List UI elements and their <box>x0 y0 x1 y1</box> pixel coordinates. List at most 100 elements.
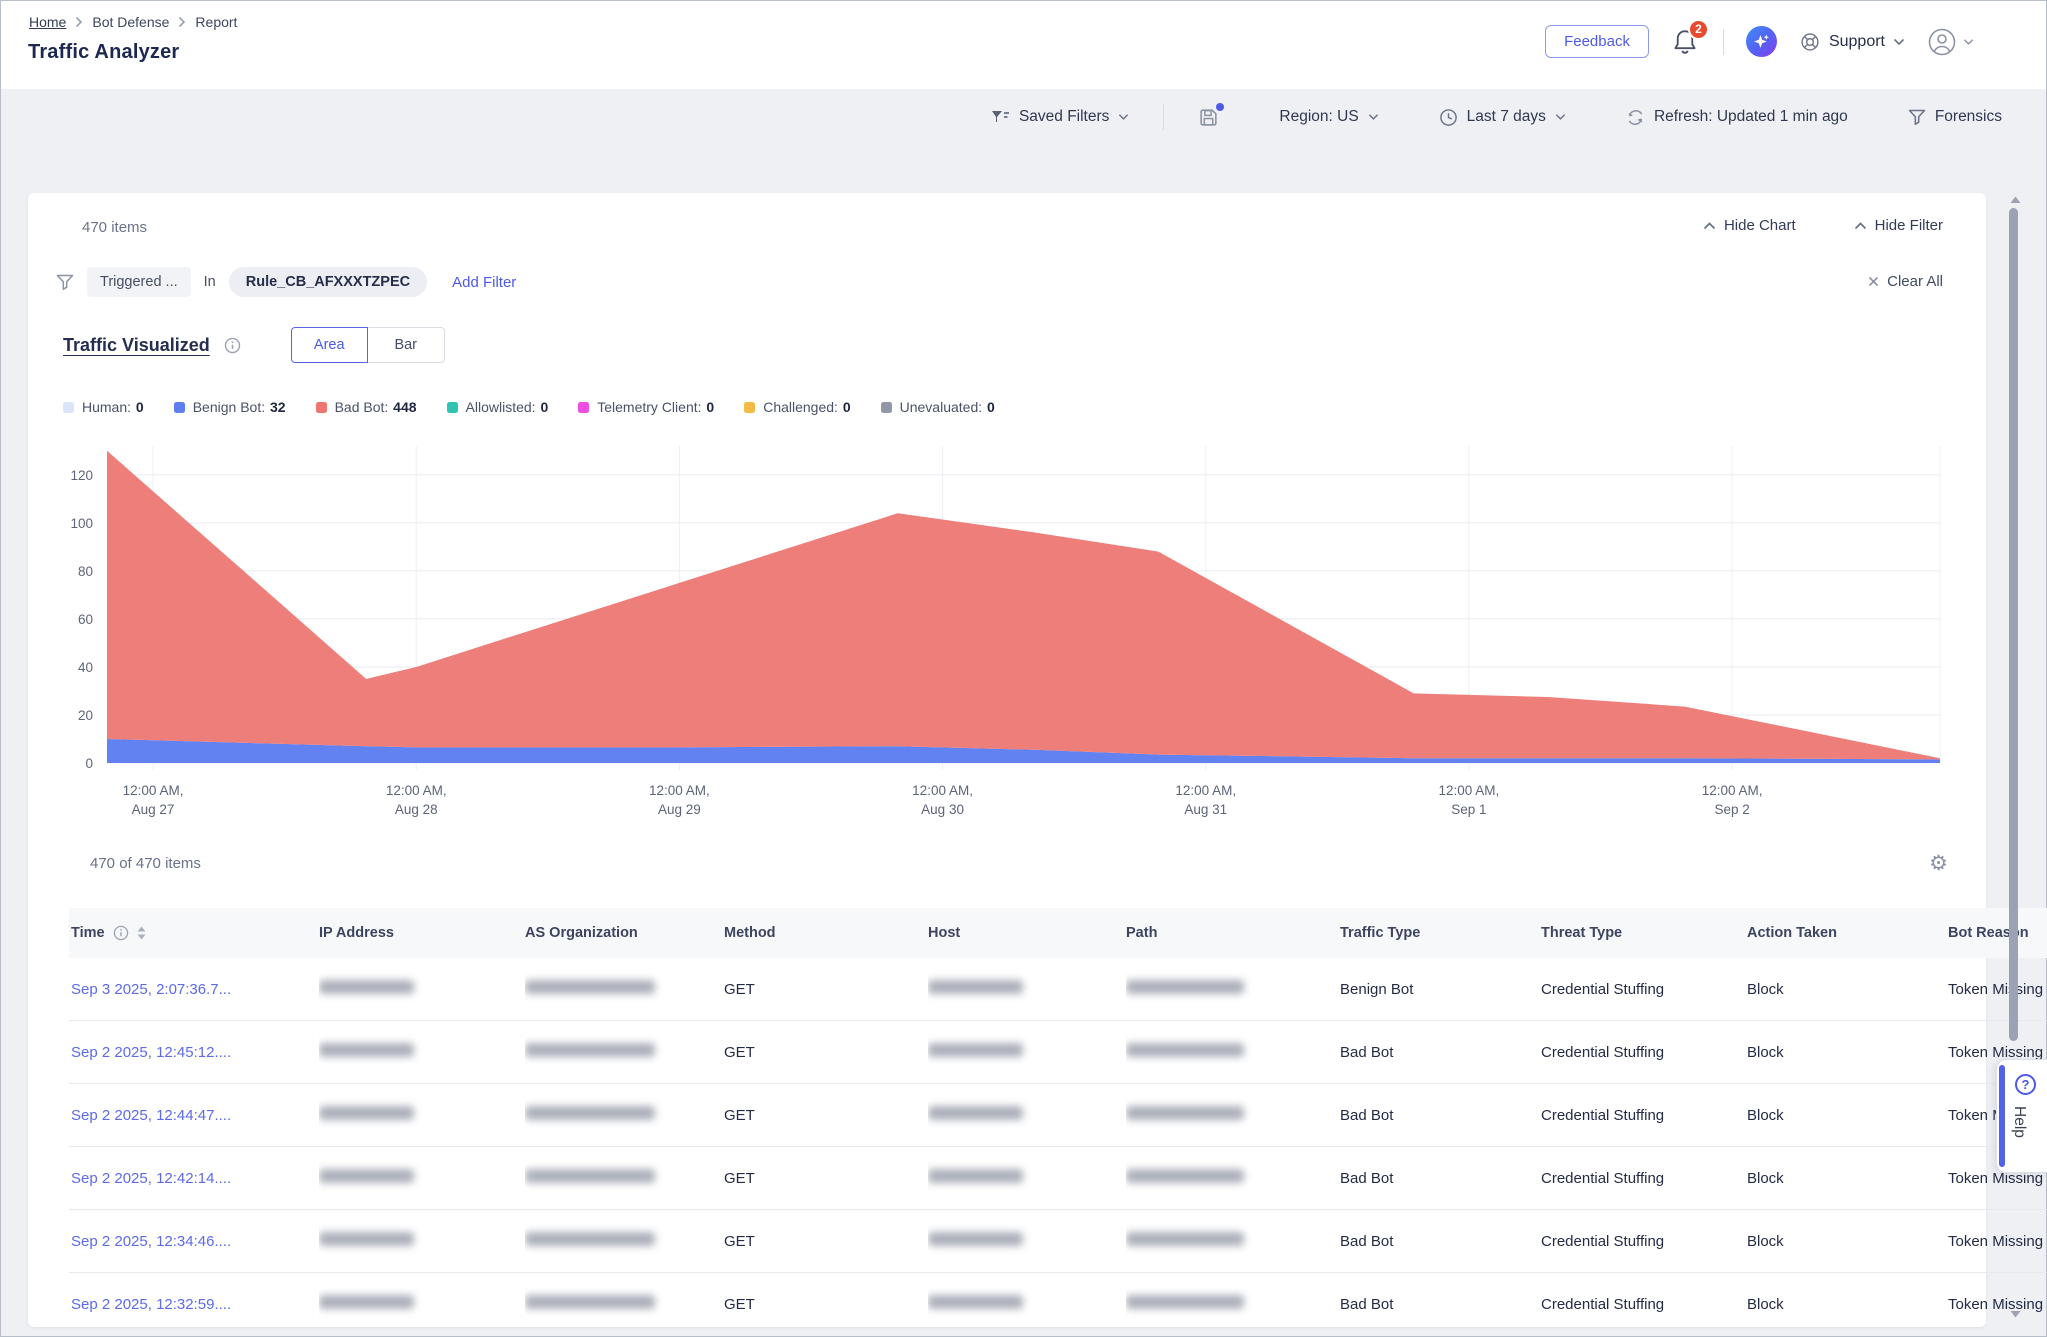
refresh-button[interactable]: Refresh: Updated 1 min ago <box>1626 108 1848 127</box>
redacted-cell <box>928 1273 1126 1336</box>
method-cell: GET <box>724 1210 928 1273</box>
breadcrumb-home[interactable]: Home <box>29 14 66 30</box>
region-dropdown[interactable]: Region: US <box>1279 108 1378 126</box>
threat-type-cell: Credential Stuffing <box>1541 1273 1747 1336</box>
traffic-type-cell: Benign Bot <box>1340 958 1541 1021</box>
legend-swatch <box>174 402 185 413</box>
table-row[interactable]: Sep 2 2025, 12:34:46....GETBad BotCreden… <box>69 1210 2047 1273</box>
table-row[interactable]: Sep 3 2025, 2:07:36.7...GETBenign BotCre… <box>69 958 2047 1021</box>
scrollbar-up-arrow[interactable] <box>2008 195 2022 205</box>
redacted-blur <box>319 1106 414 1120</box>
time-range-dropdown[interactable]: Last 7 days <box>1439 108 1566 127</box>
svg-text:0: 0 <box>85 756 93 771</box>
redacted-cell <box>319 1147 525 1210</box>
time-link[interactable]: Sep 2 2025, 12:32:59.... <box>71 1296 231 1313</box>
feedback-button[interactable]: Feedback <box>1545 25 1649 58</box>
column-header-method: Method <box>724 908 928 958</box>
redacted-cell <box>319 958 525 1021</box>
redacted-blur <box>525 1232 655 1246</box>
table-row[interactable]: Sep 2 2025, 12:44:47....GETBad BotCreden… <box>69 1084 2047 1147</box>
redacted-cell <box>319 1210 525 1273</box>
column-header-label: Time <box>71 925 105 941</box>
svg-text:120: 120 <box>70 468 93 483</box>
redacted-cell <box>525 1021 724 1084</box>
legend-swatch <box>63 402 74 413</box>
user-menu[interactable] <box>1927 27 1974 57</box>
clear-all-label: Clear All <box>1887 273 1943 290</box>
help-tab[interactable]: ? Help <box>1996 1059 2047 1173</box>
chevron-up-icon <box>1703 222 1716 230</box>
redacted-cell <box>928 1210 1126 1273</box>
time-link[interactable]: Sep 3 2025, 2:07:36.7... <box>71 981 231 998</box>
table-row[interactable]: Sep 2 2025, 12:32:59....GETBad BotCreden… <box>69 1273 2047 1336</box>
time-link[interactable]: Sep 2 2025, 12:45:12.... <box>71 1044 231 1061</box>
column-header-ip-address: IP Address <box>319 908 525 958</box>
add-filter-button[interactable]: Add Filter <box>452 274 516 291</box>
report-toolbar: Saved Filters Region: US Last 7 days Ref… <box>991 104 2002 130</box>
svg-text:20: 20 <box>78 708 93 723</box>
redacted-cell <box>1126 1210 1340 1273</box>
info-icon[interactable] <box>113 925 129 941</box>
clear-all-button[interactable]: Clear All <box>1868 273 1943 290</box>
sort-icon[interactable] <box>137 926 146 940</box>
table-row[interactable]: Sep 2 2025, 12:45:12....GETBad BotCreden… <box>69 1021 2047 1084</box>
redacted-blur <box>525 1043 655 1057</box>
legend-swatch <box>578 402 589 413</box>
redacted-cell <box>928 1147 1126 1210</box>
forensics-button[interactable]: Forensics <box>1908 108 2002 126</box>
chart-section-title[interactable]: Traffic Visualized <box>63 335 210 356</box>
redacted-blur <box>525 1295 655 1309</box>
time-link[interactable]: Sep 2 2025, 12:44:47.... <box>71 1107 231 1124</box>
legend-swatch <box>744 402 755 413</box>
refresh-icon <box>1626 108 1645 127</box>
column-header-host: Host <box>928 908 1126 958</box>
time-link[interactable]: Sep 2 2025, 12:34:46.... <box>71 1233 231 1250</box>
legend-swatch <box>881 402 892 413</box>
table-row[interactable]: Sep 2 2025, 12:42:14....GETBad BotCreden… <box>69 1147 2047 1210</box>
breadcrumb: Home Bot Defense Report <box>29 14 237 30</box>
scrollbar-down-arrow[interactable] <box>2008 1309 2022 1319</box>
support-menu[interactable]: Support <box>1799 31 1905 53</box>
legend-item: Bad Bot: 448 <box>316 399 417 415</box>
column-header-traffic-type: Traffic Type <box>1340 908 1541 958</box>
filter-field-chip[interactable]: Triggered ... <box>87 267 191 297</box>
events-table: TimeIP AddressAS OrganizationMethodHostP… <box>69 908 2047 1335</box>
time-link[interactable]: Sep 2 2025, 12:42:14.... <box>71 1170 231 1187</box>
ai-assistant-button[interactable] <box>1746 26 1777 57</box>
threat-type-cell: Credential Stuffing <box>1541 958 1747 1021</box>
svg-text:40: 40 <box>78 660 93 675</box>
svg-text:100: 100 <box>70 516 93 531</box>
hide-filter-button[interactable]: Hide Filter <box>1854 217 1943 234</box>
action-taken-cell: Block <box>1747 1021 1948 1084</box>
redacted-blur <box>525 1169 655 1183</box>
filter-value-chip[interactable]: Rule_CB_AFXXXTZPEC <box>229 267 427 297</box>
svg-text:12:00 AM,Aug 30: 12:00 AM,Aug 30 <box>912 783 973 817</box>
breadcrumb-section[interactable]: Bot Defense <box>92 14 169 30</box>
gear-icon[interactable]: ⚙ <box>1929 853 1948 874</box>
redacted-blur <box>319 1043 414 1057</box>
chart-type-bar-button[interactable]: Bar <box>368 327 445 363</box>
traffic-type-cell: Bad Bot <box>1340 1147 1541 1210</box>
redacted-blur <box>1126 1043 1244 1057</box>
hide-chart-button[interactable]: Hide Chart <box>1703 217 1796 234</box>
save-filter-button[interactable] <box>1198 107 1219 128</box>
info-icon[interactable] <box>224 337 241 354</box>
saved-filters-dropdown[interactable]: Saved Filters <box>991 108 1129 126</box>
traffic-type-cell: Bad Bot <box>1340 1273 1541 1336</box>
funnel-icon <box>1908 108 1926 126</box>
chevron-down-icon <box>1893 38 1905 46</box>
scrollbar-thumb[interactable] <box>2009 208 2018 1041</box>
redacted-cell <box>928 958 1126 1021</box>
filter-lines-icon <box>991 109 1010 125</box>
legend-item: Benign Bot: 32 <box>174 399 286 415</box>
redacted-blur <box>928 1043 1023 1057</box>
region-label: Region: US <box>1279 108 1358 126</box>
breadcrumb-page: Report <box>195 14 237 30</box>
column-header-time[interactable]: Time <box>69 908 319 958</box>
divider <box>1723 29 1724 55</box>
chevron-down-icon <box>1963 38 1974 46</box>
column-header-path: Path <box>1126 908 1340 958</box>
chart-type-area-button[interactable]: Area <box>291 327 368 363</box>
legend-item: Human: 0 <box>63 399 144 415</box>
notifications-button[interactable]: 2 <box>1671 26 1701 58</box>
